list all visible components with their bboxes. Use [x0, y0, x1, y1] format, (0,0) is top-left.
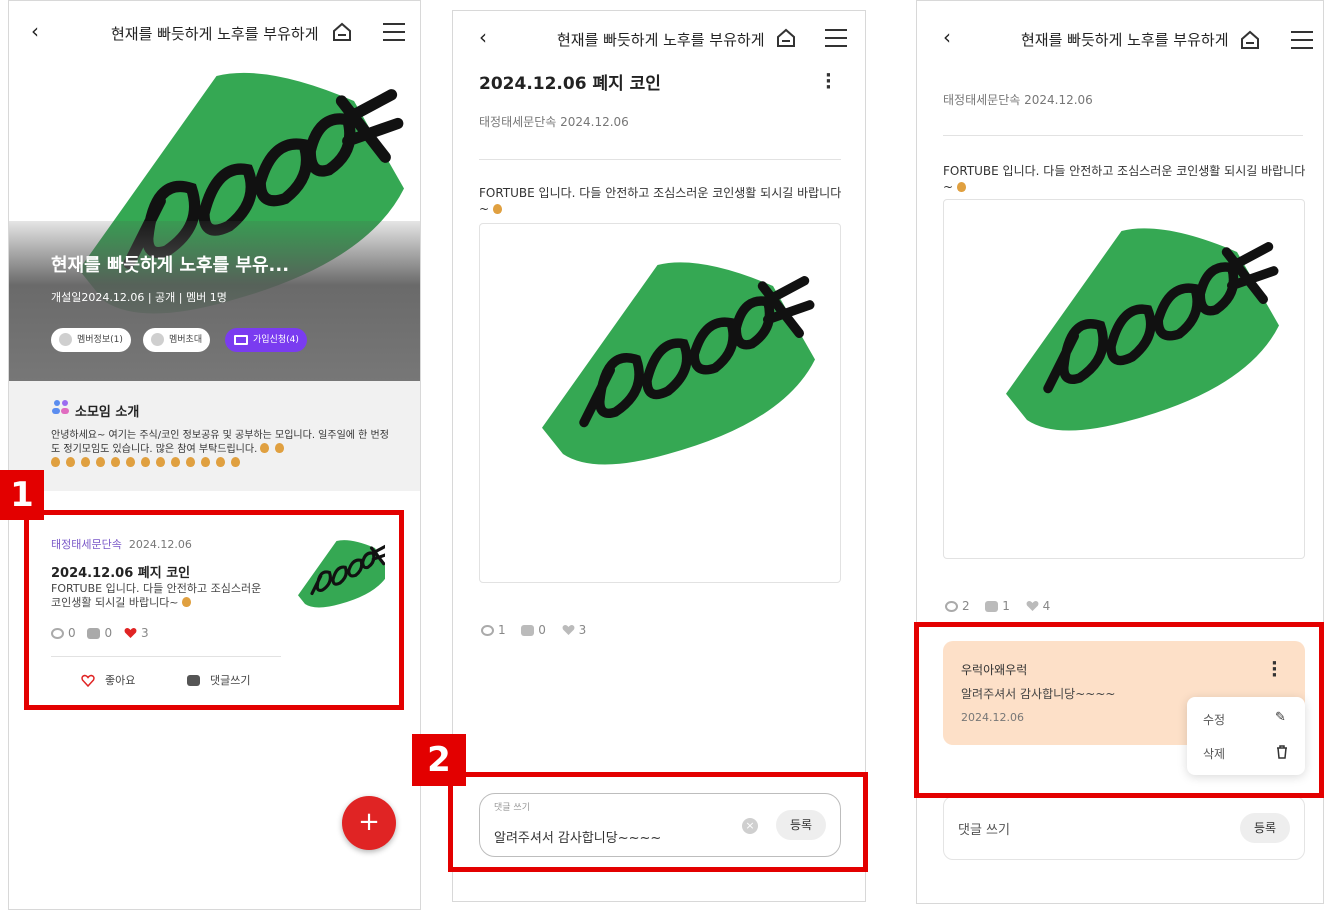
comment-placeholder: 댓글 쓰기: [958, 823, 1010, 838]
hamburger-menu-icon[interactable]: [383, 23, 405, 41]
back-button[interactable]: ‹: [479, 25, 487, 49]
post-detail-screen: ‹ 현재를 빠듯하게 노후를 부유하게 2024.12.06 폐지 코인 · · ·…: [452, 10, 866, 902]
add-post-fab[interactable]: +: [342, 796, 396, 850]
home-icon[interactable]: [775, 27, 797, 49]
comment-icon: [985, 600, 999, 612]
post-body: FORTUBE 입니다. 다들 안전하고 조심스러운 코인생활 되시길 바랍니다…: [943, 164, 1306, 194]
group-intro-section: 소모임 소개 안녕하세요~ 여기는 주식/코인 정보공유 및 공부하는 모입니다…: [9, 381, 420, 491]
post-image: [479, 223, 841, 583]
more-options-icon[interactable]: · · ·: [825, 67, 832, 97]
group-title: 현재를 빠듯하게 노후를 부유...: [51, 255, 290, 276]
highlight-box-2: [448, 772, 868, 872]
post-author-date: 태정태세문단속 2024.12.06: [943, 93, 1093, 107]
person-icon: [59, 333, 72, 346]
hamburger-menu-icon[interactable]: [1291, 31, 1313, 49]
post-image: [943, 199, 1305, 559]
eye-icon: [945, 600, 958, 612]
submit-comment-button[interactable]: 등록: [1240, 813, 1290, 843]
step-number-1: 1: [0, 470, 44, 520]
member-invite-chip[interactable]: 멤버초대: [143, 328, 211, 352]
person-add-icon: [151, 333, 164, 346]
group-home-screen: 현재를 빠듯하게 노후를 부유... 개설일2024.12.06 | 공개 | …: [8, 0, 421, 910]
home-icon[interactable]: [1239, 29, 1261, 51]
group-meta: 개설일2024.12.06 | 공개 | 멤버 1명: [51, 291, 227, 304]
back-button[interactable]: ‹: [943, 25, 951, 49]
post-stats: 1 0 3: [481, 623, 586, 637]
group-icon: [52, 400, 69, 414]
header-title: 현재를 빠듯하게 노후를 부유하게: [1021, 31, 1229, 49]
join-request-chip[interactable]: 가입신청(4): [225, 328, 307, 352]
post-stats: 2 1 4: [945, 599, 1050, 613]
hero-banner: 현재를 빠듯하게 노후를 부유... 개설일2024.12.06 | 공개 | …: [9, 1, 420, 381]
post-title: 2024.12.06 폐지 코인: [479, 74, 661, 94]
step-number-2: 2: [412, 734, 466, 786]
heart-icon: [562, 625, 575, 635]
highlight-box-1: [24, 510, 404, 710]
mail-icon: [234, 335, 248, 345]
comment-icon: [521, 624, 535, 636]
member-info-chip[interactable]: 멤버정보(1): [51, 328, 131, 352]
post-author-date: 태정태세문단속 2024.12.06: [479, 115, 629, 129]
hamburger-menu-icon[interactable]: [825, 29, 847, 47]
intro-title: 소모임 소개: [75, 405, 140, 420]
back-button[interactable]: ‹: [31, 19, 39, 43]
heart-icon: [1026, 601, 1039, 611]
header-title: 현재를 빠듯하게 노후를 부유하게: [111, 25, 319, 43]
highlight-box-3: [914, 622, 1324, 798]
eye-icon: [481, 624, 494, 636]
intro-text: 안녕하세요~ 여기는 주식/코인 정보공유 및 공부하는 모입니다. 일주일에 …: [51, 429, 391, 471]
header-title: 현재를 빠듯하게 노후를 부유하게: [557, 31, 765, 49]
comment-input[interactable]: 댓글 쓰기 등록: [943, 796, 1305, 860]
home-icon[interactable]: [331, 21, 353, 43]
post-body: FORTUBE 입니다. 다들 안전하고 조심스러운 코인생활 되시길 바랍니다…: [479, 186, 842, 216]
